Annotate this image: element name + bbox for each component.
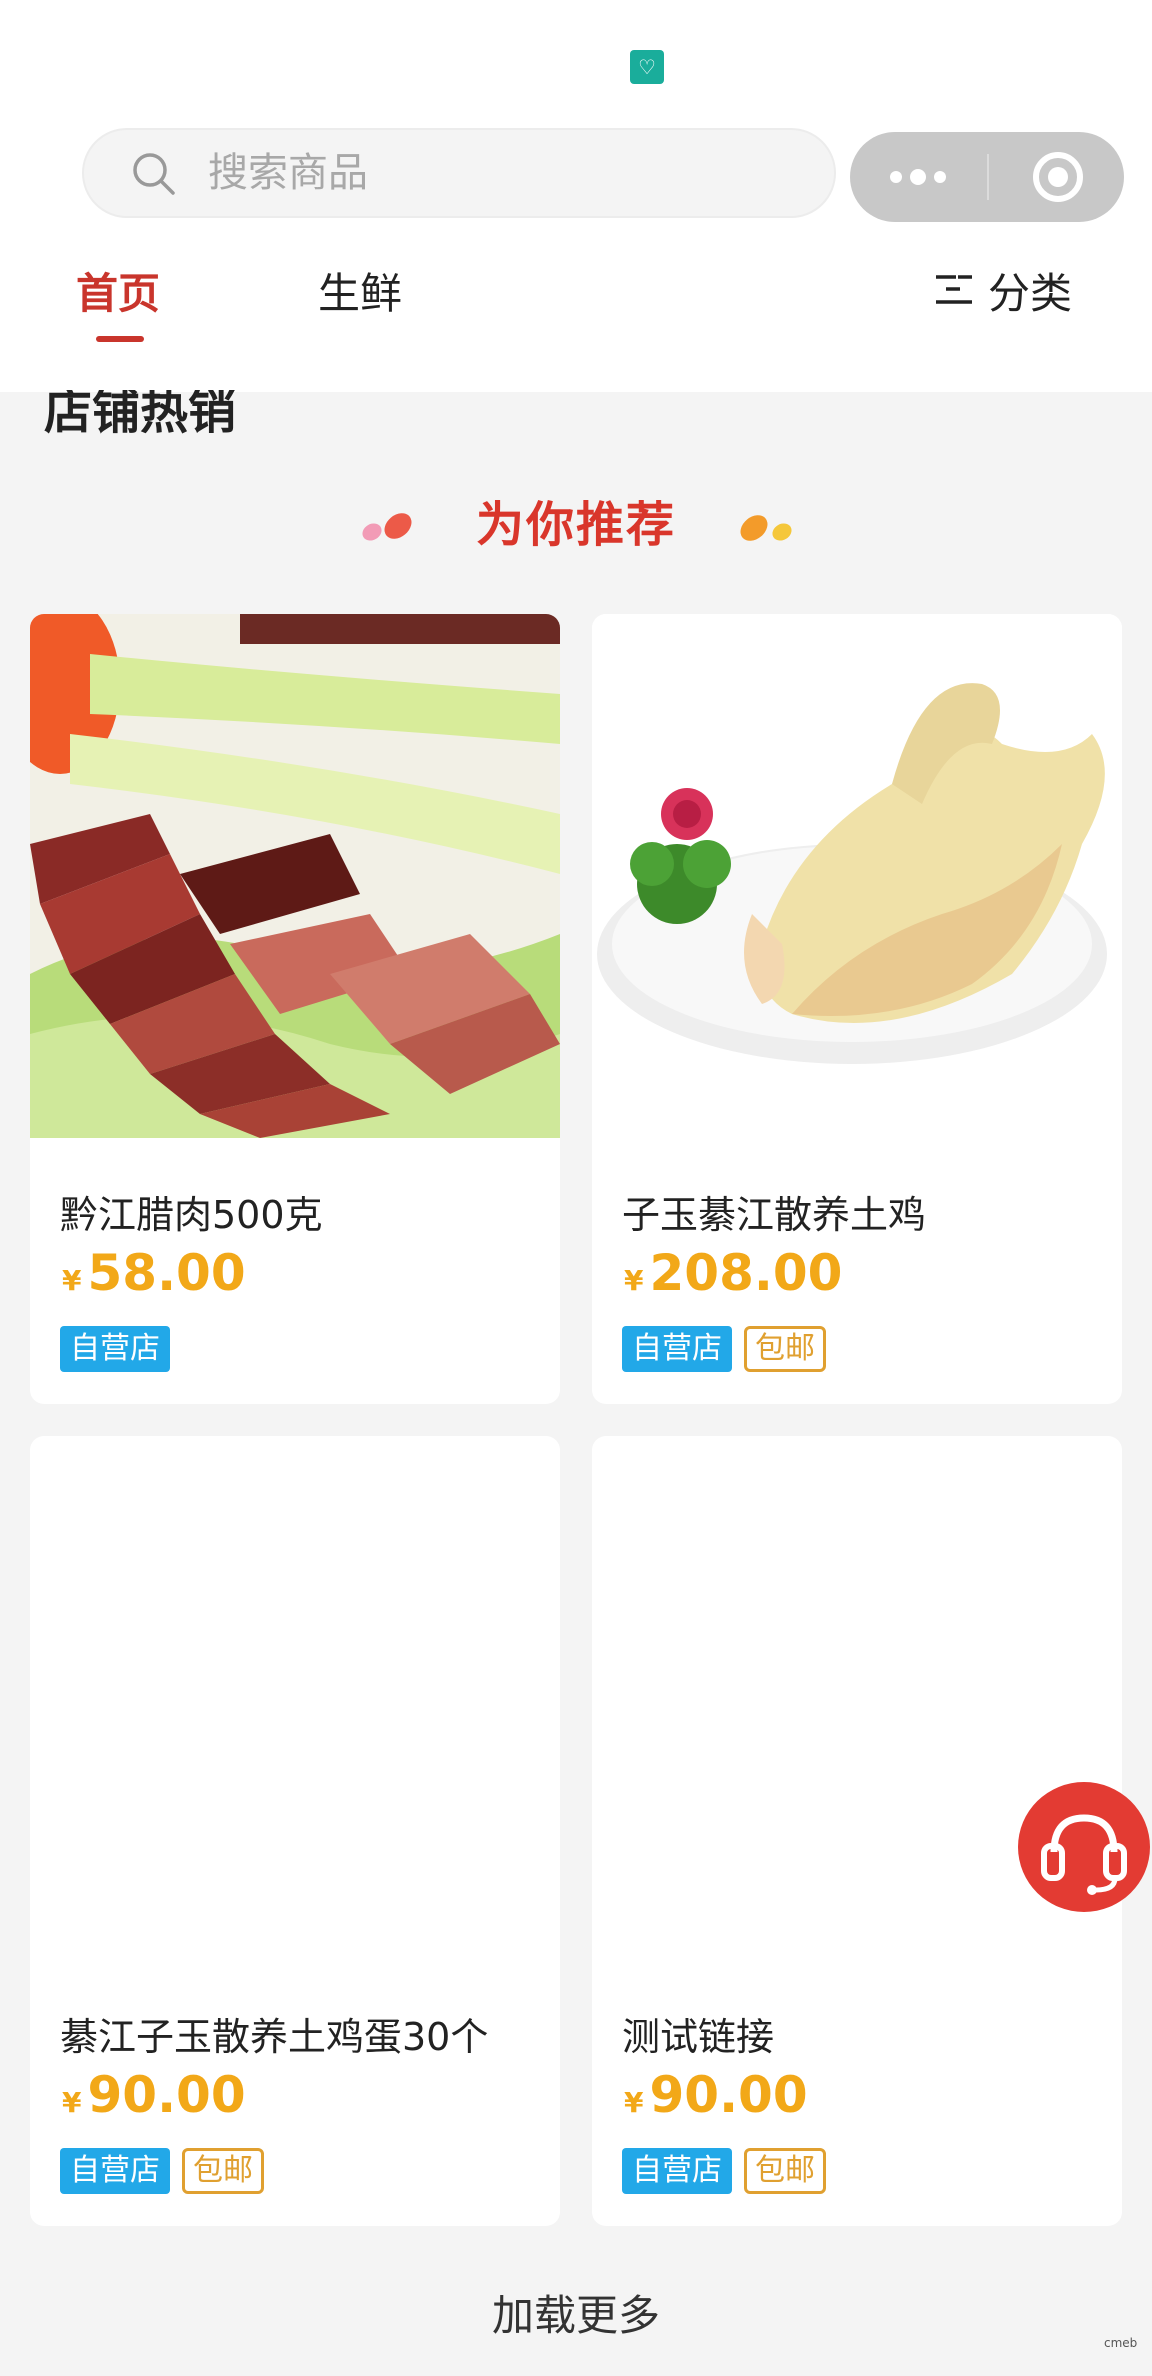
product-price: ¥90.00 <box>62 2066 246 2124</box>
mini-program-capsule <box>850 132 1124 222</box>
header-area: ♡ 首页 生鲜 <box>0 0 1152 392</box>
customer-service-button[interactable] <box>1018 1782 1150 1912</box>
product-name[interactable]: 綦江子玉散养土鸡蛋30个 <box>60 2006 488 2061</box>
product-tags: 自营店 包邮 <box>60 2148 264 2194</box>
product-price: ¥208.00 <box>624 1244 842 1302</box>
product-price: ¥90.00 <box>624 2066 808 2124</box>
product-card[interactable]: 子玉綦江散养土鸡 ¥208.00 自营店 包邮 <box>592 614 1122 1404</box>
category-button[interactable]: 分类 <box>934 260 1072 320</box>
recommend-header: 为你推荐 <box>0 490 1152 560</box>
tab-bar: 首页 生鲜 分类 <box>0 240 1152 350</box>
price-value: 90.00 <box>649 2066 808 2124</box>
close-circle-icon[interactable] <box>989 132 1124 222</box>
tag-self-operated: 自营店 <box>60 2148 170 2194</box>
currency-symbol: ¥ <box>624 2086 644 2119</box>
product-name[interactable]: 黔江腊肉500克 <box>60 1184 323 1239</box>
price-value: 208.00 <box>649 1244 843 1302</box>
currency-symbol: ¥ <box>624 1264 644 1297</box>
product-image-chicken[interactable] <box>592 614 1122 1138</box>
product-tags: 自营店 包邮 <box>622 1326 826 1372</box>
search-icon <box>133 153 175 195</box>
tag-free-shipping: 包邮 <box>744 1326 826 1372</box>
category-label: 分类 <box>988 268 1073 318</box>
tag-self-operated: 自营店 <box>622 1326 732 1372</box>
tab-fresh[interactable]: 生鲜 <box>318 260 402 321</box>
decor-petals-right-icon <box>740 515 792 541</box>
load-more-button[interactable]: 加载更多 <box>0 2282 1152 2343</box>
search-input[interactable] <box>208 130 808 216</box>
product-name[interactable]: 测试链接 <box>622 2006 774 2061</box>
currency-symbol: ¥ <box>62 2086 82 2119</box>
product-image-bacon[interactable] <box>30 614 560 1138</box>
product-name[interactable]: 子玉綦江散养土鸡 <box>622 1184 926 1239</box>
product-tags: 自营店 包邮 <box>622 2148 826 2194</box>
mini-program-icon: ♡ <box>630 50 664 84</box>
price-value: 58.00 <box>87 1244 246 1302</box>
decor-petals-left-icon <box>362 513 412 541</box>
tag-self-operated: 自营店 <box>60 1326 170 1372</box>
recommend-title: 为你推荐 <box>475 497 676 553</box>
product-tags: 自营店 <box>60 1326 170 1372</box>
tag-free-shipping: 包邮 <box>182 2148 264 2194</box>
search-bar[interactable] <box>82 128 836 218</box>
tab-active-indicator <box>96 336 144 342</box>
watermark: cmeb <box>1104 2336 1138 2350</box>
tag-self-operated: 自营店 <box>622 2148 732 2194</box>
product-image-placeholder[interactable] <box>30 1436 560 1960</box>
list-menu-icon <box>936 275 972 304</box>
tab-home[interactable]: 首页 <box>76 260 160 321</box>
tag-free-shipping: 包邮 <box>744 2148 826 2194</box>
product-price: ¥58.00 <box>62 1244 246 1302</box>
currency-symbol: ¥ <box>62 1264 82 1297</box>
headset-icon <box>1041 1814 1127 1895</box>
price-value: 90.00 <box>87 2066 246 2124</box>
product-card[interactable]: 黔江腊肉500克 ¥58.00 自营店 <box>30 614 560 1404</box>
more-dots-icon[interactable] <box>850 132 987 222</box>
product-card[interactable]: 綦江子玉散养土鸡蛋30个 ¥90.00 自营店 包邮 <box>30 1436 560 2226</box>
